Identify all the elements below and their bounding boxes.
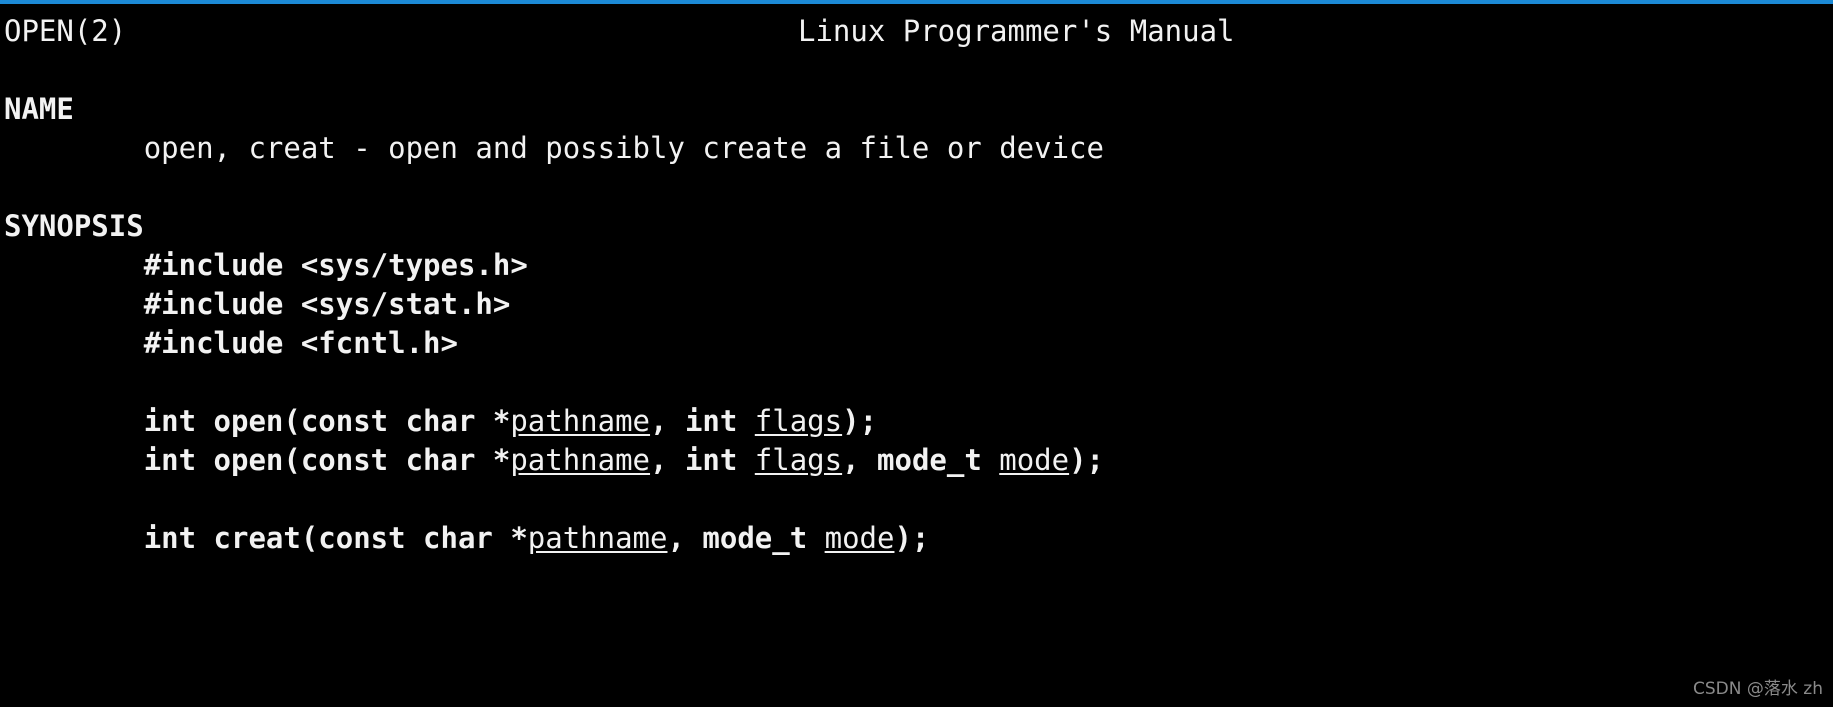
code-segment: int open(const char * [143, 404, 511, 438]
man-text-line: #include <fcntl.h> [0, 324, 1833, 363]
code-segment: , mode_t [667, 521, 825, 555]
code-segment: #include <sys/stat.h> [143, 287, 511, 321]
code-segment: open, creat - open and possibly create a… [143, 131, 1104, 165]
man-text-line: open, creat - open and possibly create a… [0, 129, 1833, 168]
man-text-line: #include <sys/types.h> [0, 246, 1833, 285]
man-page-title-left: OPEN(2) [4, 14, 127, 48]
param-pathname: pathname [527, 521, 668, 555]
section-heading-name: NAME [4, 92, 74, 126]
code-segment: , mode_t [842, 443, 1000, 477]
man-page-title-center: Linux Programmer's Manual [798, 14, 1235, 48]
man-text-line: int open(const char *pathname, int flags… [0, 441, 1833, 480]
code-segment: #include <sys/types.h> [143, 248, 528, 282]
man-page-header: OPEN(2) Linux Programmer's Manual [0, 12, 1833, 51]
man-text-line: #include <sys/stat.h> [0, 285, 1833, 324]
code-segment: , int [650, 404, 755, 438]
param-pathname: pathname [510, 443, 651, 477]
param-mode: mode [999, 443, 1070, 477]
section-heading-synopsis: SYNOPSIS [4, 209, 144, 243]
code-segment: #include <fcntl.h> [143, 326, 458, 360]
code-segment: ); [894, 521, 930, 555]
code-segment: int open(const char * [143, 443, 511, 477]
code-segment: ); [1069, 443, 1105, 477]
man-sections: NAME open, creat - open and possibly cre… [0, 51, 1833, 558]
param-mode: mode [824, 521, 895, 555]
param-flags: flags [754, 443, 843, 477]
man-text-line: int open(const char *pathname, int flags… [0, 402, 1833, 441]
param-pathname: pathname [510, 404, 651, 438]
code-segment: int creat(const char * [143, 521, 528, 555]
code-segment: ); [842, 404, 878, 438]
man-page-content: OPEN(2) Linux Programmer's Manual NAME o… [0, 4, 1833, 707]
param-flags: flags [754, 404, 843, 438]
watermark: CSDN @落水 zh [1693, 679, 1823, 699]
code-segment: , int [650, 443, 755, 477]
man-text-line: int creat(const char *pathname, mode_t m… [0, 519, 1833, 558]
